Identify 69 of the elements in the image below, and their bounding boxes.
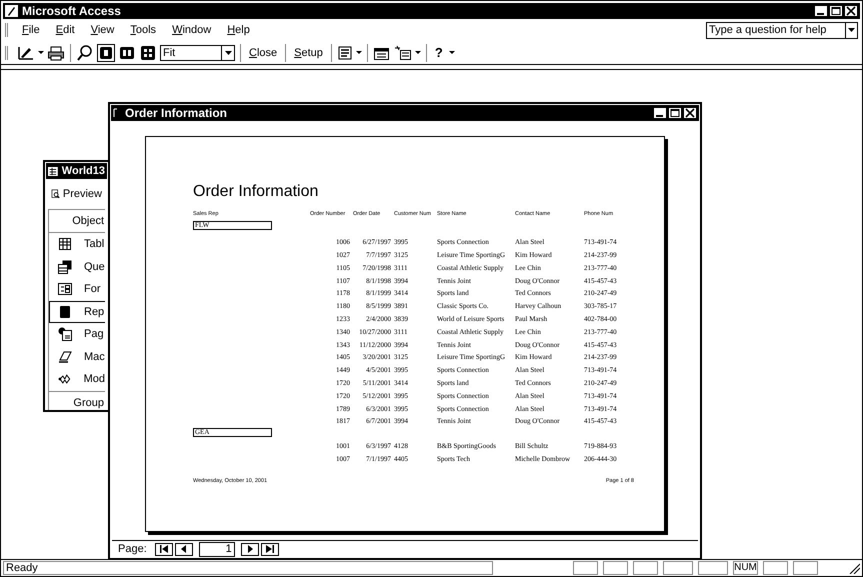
first-page-button[interactable] (154, 542, 173, 556)
object-list-item[interactable]: For (49, 278, 105, 300)
object-list-item[interactable]: Rep (49, 300, 105, 323)
status-panel (793, 561, 818, 575)
dropdown-arrow-icon (224, 50, 232, 54)
object-list-item[interactable]: Mod (49, 368, 105, 390)
toolbar-button[interactable]: Setup (291, 44, 326, 62)
status-panel (603, 561, 628, 575)
caret-icon[interactable] (414, 51, 421, 54)
page-icon (58, 327, 72, 342)
preview-button[interactable]: Preview (62, 186, 102, 202)
status-panel (633, 561, 658, 575)
menu-item[interactable]: View (82, 22, 122, 38)
window-title: Order Information (125, 105, 228, 122)
report-title: Order Information (193, 183, 320, 201)
menu-item[interactable]: Edit (48, 22, 83, 38)
minimize-button[interactable] (814, 5, 828, 17)
previous-page-button[interactable] (174, 542, 193, 556)
menu-item[interactable]: File (14, 22, 48, 38)
maximize-button[interactable] (829, 5, 843, 17)
resize-grip-icon[interactable] (848, 562, 860, 574)
zoom-dropdown[interactable]: Fit (160, 44, 235, 60)
close-button[interactable] (683, 107, 697, 119)
close-button[interactable] (844, 5, 858, 17)
caret-icon[interactable] (448, 51, 455, 54)
object-list-item[interactable]: Mac (49, 346, 105, 368)
multiple-pages-icon[interactable] (139, 44, 157, 62)
page-label: Page: (118, 542, 147, 557)
object-list-item[interactable]: Tabl (49, 233, 105, 256)
window-title: Microsoft Access (22, 3, 122, 20)
one-page-icon[interactable] (97, 44, 115, 62)
minimize-button[interactable] (653, 107, 667, 119)
object-list-item[interactable]: Que (49, 256, 105, 278)
page-number-field[interactable]: 1 (198, 542, 235, 557)
maximize-button[interactable] (668, 107, 682, 119)
new-object-icon[interactable] (394, 44, 412, 60)
macro-icon (58, 350, 72, 364)
dropdown-arrow-icon (848, 28, 855, 32)
design-view-icon[interactable] (17, 44, 35, 60)
status-panel (663, 561, 693, 575)
module-icon (58, 372, 72, 386)
objects-header[interactable]: Object (49, 210, 105, 233)
report-icon (58, 304, 72, 319)
help-search-field[interactable]: Type a question for help (706, 22, 858, 38)
last-page-button[interactable] (260, 542, 279, 556)
previous-page-icon (178, 545, 189, 554)
caret-icon[interactable] (356, 51, 362, 54)
groups-header[interactable]: Group (49, 390, 105, 410)
query-icon (58, 260, 72, 274)
status-panel (698, 561, 728, 575)
toolbar-button[interactable]: Close (246, 44, 280, 62)
window-title: World13 (62, 164, 105, 179)
menu-item[interactable]: Help (219, 22, 258, 38)
help-button[interactable]: ? (432, 44, 446, 62)
menu-item[interactable]: Window (164, 22, 220, 38)
last-page-icon (264, 545, 275, 554)
status-panel: NUM (733, 561, 758, 575)
status-text: Ready (3, 561, 493, 575)
status-panel (573, 561, 598, 575)
table-icon (58, 237, 72, 252)
print-icon[interactable] (47, 44, 65, 60)
menu-item[interactable]: Tools (122, 22, 164, 38)
caret-icon[interactable] (38, 51, 44, 54)
form-icon (58, 282, 72, 296)
object-list-item[interactable]: Pag (49, 323, 105, 346)
status-panel (763, 561, 788, 575)
first-page-icon (158, 545, 169, 554)
next-page-button[interactable] (240, 542, 259, 556)
zoom-icon[interactable] (76, 44, 94, 62)
